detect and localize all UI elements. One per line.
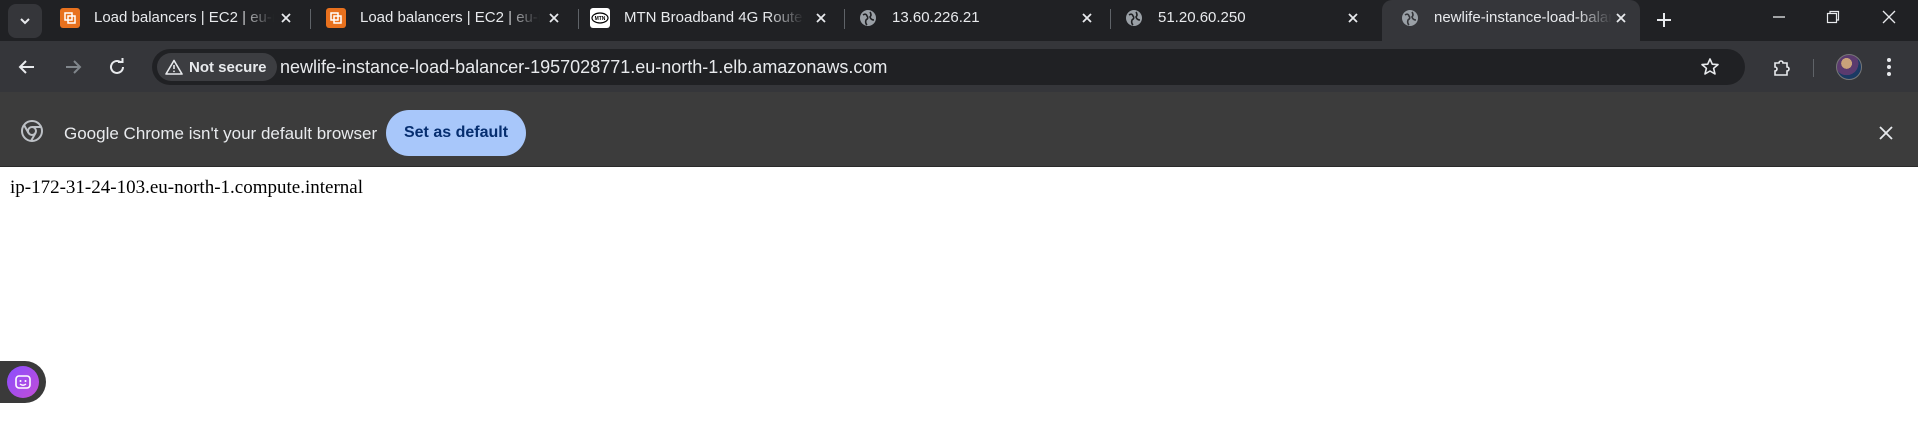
tab-ip-13-60-226-21[interactable]: 13.60.226.21 xyxy=(840,0,1106,41)
aws-orange-icon xyxy=(60,8,80,28)
close-tab-icon[interactable] xyxy=(1076,7,1098,29)
back-button[interactable] xyxy=(10,50,44,84)
tab-title: Load balancers | EC2 | eu-north-1 xyxy=(94,9,274,26)
puzzle-icon xyxy=(1774,60,1790,76)
globe-icon xyxy=(1400,8,1420,28)
infobar-close-button[interactable] xyxy=(1874,121,1898,145)
tab-load-balancers-1[interactable]: Load balancers | EC2 | eu-north-1 xyxy=(42,0,304,41)
assistant-launcher[interactable] xyxy=(0,361,46,403)
address-bar[interactable]: Not secure newlife-instance-load-balance… xyxy=(152,49,1745,85)
tab-load-balancers-2[interactable]: Load balancers | EC2 | eu-north-1 xyxy=(308,0,570,41)
hostname-text: ip-172-31-24-103.eu-north-1.compute.inte… xyxy=(10,177,363,198)
close-tab-icon[interactable] xyxy=(1342,7,1364,29)
aws-orange-icon xyxy=(326,8,346,28)
default-browser-infobar: Google Chrome isn't your default browser… xyxy=(0,92,1918,167)
close-icon xyxy=(1882,10,1896,24)
forward-button[interactable] xyxy=(56,50,90,84)
close-tab-icon[interactable] xyxy=(275,7,297,29)
minimize-icon xyxy=(1773,16,1785,18)
globe-icon xyxy=(1124,8,1144,28)
svg-text:MTN: MTN xyxy=(595,16,606,22)
toolbar-divider xyxy=(1813,59,1814,77)
close-tab-icon[interactable] xyxy=(810,7,832,29)
site-info-chip[interactable]: Not secure xyxy=(157,53,277,81)
mtn-icon: MTN xyxy=(590,8,610,28)
chevron-down-icon xyxy=(20,18,30,25)
reload-button[interactable] xyxy=(100,50,134,84)
star-icon xyxy=(1701,58,1719,75)
warning-icon xyxy=(165,59,183,75)
profile-button[interactable] xyxy=(1832,50,1866,84)
menu-button[interactable] xyxy=(1872,50,1906,84)
close-icon xyxy=(1879,126,1893,140)
tab-mtn-router[interactable]: MTN MTN Broadband 4G Router xyxy=(572,0,840,41)
close-tab-icon[interactable] xyxy=(543,7,565,29)
chrome-logo-icon xyxy=(21,120,43,142)
close-tab-icon[interactable] xyxy=(1610,7,1632,29)
browser-toolbar: Not secure newlife-instance-load-balance… xyxy=(0,41,1918,92)
reload-icon xyxy=(110,58,124,74)
tab-ip-51-20-60-250[interactable]: 51.20.60.250 xyxy=(1106,0,1372,41)
globe-icon xyxy=(858,8,878,28)
restore-button[interactable] xyxy=(1806,0,1860,34)
tab-title: MTN Broadband 4G Router xyxy=(624,9,804,26)
tab-search-button[interactable] xyxy=(8,4,42,38)
tab-title: Load balancers | EC2 | eu-north-1 xyxy=(360,9,540,26)
tab-title: newlife-instance-load-balancer xyxy=(1434,9,1612,26)
tab-strip: Load balancers | EC2 | eu-north-1 Load b… xyxy=(0,0,1918,41)
restore-icon xyxy=(1826,10,1840,24)
url-text[interactable]: newlife-instance-load-balancer-195702877… xyxy=(280,57,887,77)
new-tab-button[interactable] xyxy=(1648,4,1680,36)
bookmark-button[interactable] xyxy=(1696,53,1724,81)
tab-newlife-load-balancer[interactable]: newlife-instance-load-balancer xyxy=(1382,0,1640,41)
minimize-button[interactable] xyxy=(1752,0,1806,34)
assistant-face-icon xyxy=(7,366,39,398)
security-status-label: Not secure xyxy=(189,58,267,76)
arrow-left-icon xyxy=(18,60,34,74)
infobar-message: Google Chrome isn't your default browser xyxy=(64,124,378,143)
more-vert-icon xyxy=(1887,58,1891,76)
arrow-right-icon xyxy=(66,60,82,74)
plus-icon xyxy=(1657,13,1671,27)
avatar xyxy=(1836,54,1862,80)
extensions-button[interactable] xyxy=(1765,50,1799,84)
set-as-default-button[interactable]: Set as default xyxy=(386,110,526,156)
tab-title: 13.60.226.21 xyxy=(892,9,980,26)
tab-title: 51.20.60.250 xyxy=(1158,9,1246,26)
close-window-button[interactable] xyxy=(1862,0,1916,34)
